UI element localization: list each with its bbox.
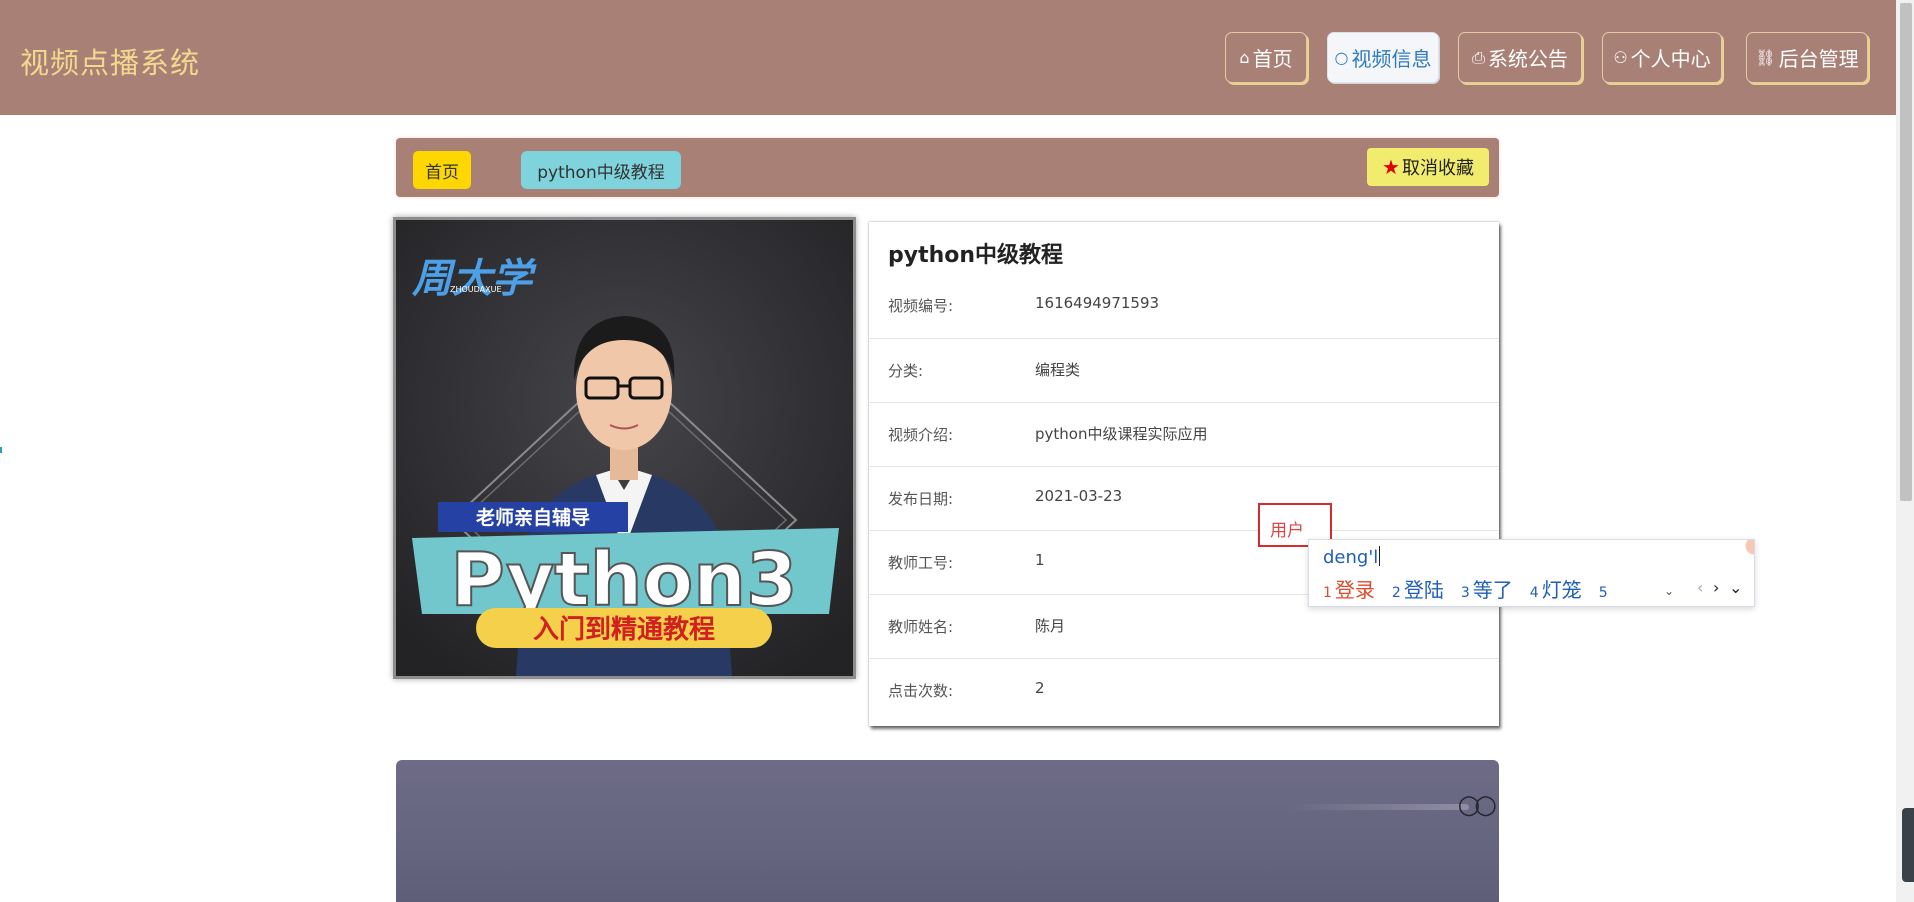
detail-label: 教师姓名: [888,618,954,636]
ime-candidate-1[interactable]: 1 登录 [1323,574,1375,603]
user-icon: ⚇ [1613,48,1628,67]
breadcrumb-home[interactable]: 首页 [413,151,471,189]
nav-announcements[interactable]: ⎙ 系统公告 [1458,32,1582,83]
nav-home[interactable]: ⌂ 首页 [1225,32,1307,83]
video-frame-rings: ○○ [1457,790,1497,820]
star-icon: ★ [1382,155,1400,179]
ime-prev-page-icon[interactable]: ‹ [1697,578,1703,597]
video-poster[interactable]: 周大学 ZHOUDAXUE 老师亲自辅导 Python3 入门到精通教程 [396,220,853,676]
printer-icon: ⎙ [1472,47,1485,67]
ime-candidate-2[interactable]: 2 登陆 [1392,574,1444,603]
poster-image: 周大学 ZHOUDAXUE 老师亲自辅导 Python3 入门到精通教程 [396,220,853,676]
detail-label: 教师工号: [888,554,954,572]
svg-text:入门到精通教程: 入门到精通教程 [533,615,715,645]
ime-expand-icon[interactable]: ⌄ [1729,578,1742,597]
ime-candidates: 1 登录 2 登陆 3 等了 4 灯笼 5 [1323,574,1628,603]
detail-value: 2021-03-23 [1035,487,1123,505]
unfavorite-button[interactable]: ★ 取消收藏 [1367,148,1489,186]
ime-candidate-4[interactable]: 4 灯笼 [1530,574,1582,603]
detail-value: python中级课程实际应用 [1035,425,1208,443]
detail-row: 视频介绍: python中级课程实际应用 [869,402,1499,466]
video-details-card: python中级教程 视频编号: 1616494971593 分类: 编程类 视… [869,222,1499,726]
detail-row: 视频编号: 1616494971593 [869,274,1499,338]
circle-icon: ○ [1334,48,1349,67]
ime-next-page-icon[interactable]: › [1713,578,1719,597]
edge-marker [0,447,2,453]
detail-value: 陈月 [1035,617,1066,635]
breadcrumb: 首页 python中级教程 ★ 取消收藏 [396,138,1499,197]
nav-video-info-label: 视频信息 [1351,47,1432,71]
detail-row: 点击次数: 2 [869,658,1499,722]
nav-admin[interactable]: ⛓ 后台管理 [1746,32,1868,83]
svg-text:老师亲自辅导: 老师亲自辅导 [476,506,590,529]
ime-candidate-5[interactable]: 5 [1599,578,1611,602]
breadcrumb-current[interactable]: python中级教程 [521,151,681,189]
ime-skin-decoration [1724,540,1754,570]
site-brand[interactable]: 视频点播系统 [20,40,200,82]
page-scrollbar[interactable] [1896,0,1914,902]
ime-composition-text: 用户 [1270,521,1304,541]
nav-video-info[interactable]: ○ 视频信息 [1327,32,1439,83]
ime-dropdown-small-icon[interactable]: ⌄ [1664,584,1674,598]
video-player[interactable]: ○○ [396,760,1499,902]
detail-value: 1616494971593 [1035,294,1160,312]
detail-value: 编程类 [1035,361,1081,379]
floating-side-widget[interactable] [1902,808,1914,882]
detail-label: 视频编号: [888,297,954,315]
detail-label: 点击次数: [888,682,954,700]
nav-profile-label: 个人中心 [1630,47,1711,71]
nav-admin-label: 后台管理 [1778,47,1859,71]
nav-announcements-label: 系统公告 [1487,47,1568,71]
detail-value: 1 [1035,551,1045,569]
home-icon: ⌂ [1239,48,1250,67]
ime-candidate-3[interactable]: 3 等了 [1461,574,1513,603]
scrollbar-thumb[interactable] [1900,3,1912,501]
ime-pinyin-input[interactable]: deng'l [1323,546,1381,568]
detail-label: 分类: [888,362,924,380]
top-header: 视频点播系统 ⌂ 首页 ○ 视频信息 ⎙ 系统公告 ⚇ 个人中心 ⛓ 后台管理 [0,0,1896,115]
video-frame-streak [1289,804,1469,810]
text-cursor [1379,546,1381,566]
detail-label: 视频介绍: [888,426,954,444]
detail-value: 2 [1035,679,1045,697]
link-icon: ⛓ [1755,48,1776,67]
detail-label: 发布日期: [888,490,954,508]
detail-row: 发布日期: 2021-03-23 [869,466,1499,530]
video-title: python中级教程 [888,243,1064,268]
nav-profile[interactable]: ⚇ 个人中心 [1602,32,1722,83]
unfavorite-label: 取消收藏 [1401,158,1474,179]
poster-logo: 周大学 [411,255,537,302]
nav-home-label: 首页 [1252,47,1293,71]
detail-row: 分类: 编程类 [869,338,1499,402]
ime-candidate-panel[interactable]: deng'l 1 登录 2 登陆 3 等了 4 灯笼 5 ⌄ ‹ › ⌄ [1308,539,1755,607]
svg-text:ZHOUDAXUE: ZHOUDAXUE [450,285,502,294]
